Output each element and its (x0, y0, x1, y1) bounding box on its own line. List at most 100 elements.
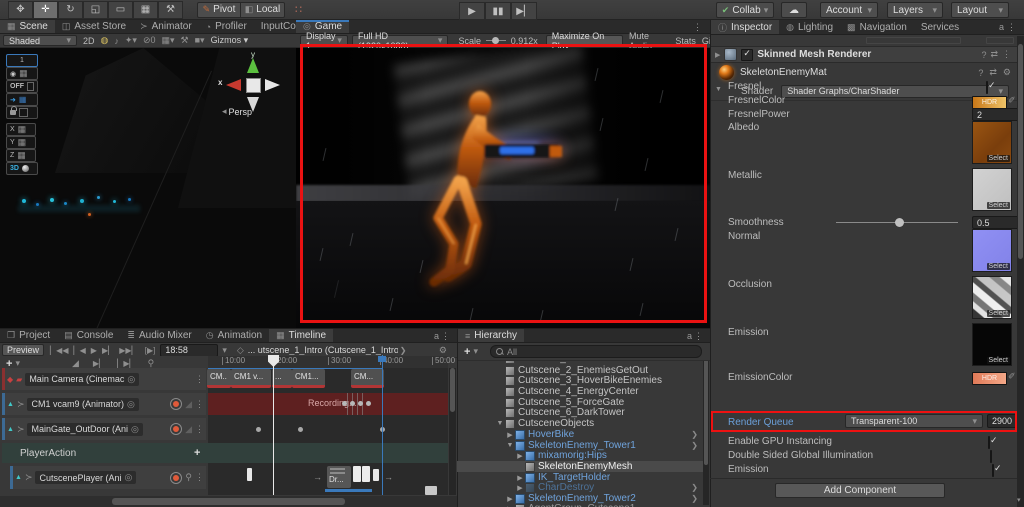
hierarchy-row[interactable]: ▶ mixamorig:Hips (457, 450, 706, 461)
gizmos-dropdown[interactable]: Gizmos ▾ (211, 35, 249, 46)
play-range-icon[interactable]: [▶] (145, 346, 156, 355)
tab-animation[interactable]: ◷ Animation (199, 329, 269, 342)
tab-services[interactable]: Services (914, 20, 966, 34)
transform-tool-icon[interactable]: ▦ (133, 0, 158, 19)
scene-audio-icon[interactable]: ♪ (114, 36, 119, 46)
track-cm1-vcam9[interactable]: ▲ ≻ CM1 vcam9 (Animator) ◎ ◢ ⋮ (2, 393, 206, 415)
local-toggle[interactable]: ◧ Local (241, 1, 285, 18)
overlay-3d-button[interactable]: 3D (6, 162, 38, 175)
record-button[interactable] (170, 423, 183, 435)
gpu-instancing-checkbox[interactable] (988, 436, 990, 449)
tab-project[interactable]: ❒ Project (0, 329, 57, 342)
pin-icon[interactable]: ⚲ (185, 472, 192, 483)
tab-asset-store[interactable]: ◫ Asset Store (55, 20, 133, 33)
panel-menu-icon[interactable]: ⋮ (693, 22, 702, 33)
hierarchy-scrollbar[interactable] (703, 345, 709, 505)
render-queue-dropdown[interactable]: Transparent-100 ▾ (845, 414, 983, 428)
tab-scene[interactable]: ▦ Scene (0, 20, 55, 33)
eyedropper-icon[interactable]: ✐ (1008, 95, 1016, 106)
prefab-chevron-icon[interactable]: ❯ (691, 494, 698, 503)
fresnel-checkbox[interactable] (986, 81, 988, 94)
timeline-clip[interactable]: CM... (351, 369, 384, 388)
timeline-time-field[interactable]: 18:58 (160, 343, 219, 357)
timeline-marker-line[interactable] (382, 355, 383, 495)
prefab-chevron-icon[interactable]: ❯ (691, 441, 698, 450)
scene-viewport[interactable]: 1 ◉ ▦ OFF ➜ ▦ X ▦ Y ▦ Z ▦ 3D y x ◂ Persp (0, 48, 296, 328)
preset-icon[interactable]: ⇄ (990, 49, 998, 60)
scale-tool-icon[interactable]: ◱ (83, 0, 108, 19)
hierarchy-row[interactable]: Cutscene_6_DarkTower (457, 407, 706, 418)
game-viewport[interactable] (296, 48, 710, 328)
prefab-chevron-icon[interactable]: ❯ (691, 430, 698, 439)
overlay-y-grid-button[interactable]: Y ▦ (6, 136, 36, 149)
maximize-on-play-toggle[interactable]: Maximize On Play (545, 31, 623, 51)
timeline-play-icon[interactable]: ▶ (91, 346, 97, 355)
tab-navigation[interactable]: ▩ Navigation (840, 20, 914, 34)
cloud-button[interactable]: ☁ (781, 2, 807, 18)
track-menu-icon[interactable]: ⋮ (195, 472, 204, 483)
hierarchy-row[interactable]: Cutscene_4_EnergyCenter (457, 386, 706, 397)
timeline-clip[interactable]: CM.. (207, 369, 231, 388)
scroll-down-icon[interactable]: ▾ (1017, 496, 1021, 504)
double-sided-gi-checkbox[interactable] (990, 450, 992, 463)
inspector-scrollbar[interactable] (1017, 36, 1024, 507)
recording-clip[interactable]: Recording... (208, 393, 448, 415)
lock-icon[interactable]: a (687, 331, 692, 341)
timeline-marker[interactable] (378, 356, 386, 362)
add-component-button[interactable]: Add Component (775, 483, 945, 498)
overlay-eye-grid-button[interactable]: ◉ ▦ (6, 67, 38, 80)
prev-frame-icon[interactable]: ▏◀ (73, 346, 85, 355)
timeline-clip[interactable]: ... (272, 369, 292, 388)
scene-camera-icon[interactable]: ■▾ (195, 35, 205, 46)
metallic-texture[interactable]: Select (972, 168, 1012, 211)
tab-animator[interactable]: ≻ Animator (133, 20, 199, 33)
panel-menu-icon[interactable]: ⋮ (1007, 22, 1016, 33)
foldout-arrow-icon[interactable]: ▶ (715, 51, 720, 59)
clip-replace-mode-icon[interactable]: ▏▶▏ (117, 359, 135, 368)
mini-clip[interactable] (373, 469, 379, 481)
display-dropdown[interactable]: Display 1 ▾ (300, 31, 348, 51)
add-to-group-button[interactable]: + (194, 447, 200, 459)
tab-profiler[interactable]: ◔ Profiler (199, 20, 254, 33)
layers-dropdown[interactable]: Layers ▾ (887, 2, 943, 18)
overlay-selection-count[interactable]: 1 (6, 54, 38, 67)
normal-texture[interactable]: Select (972, 229, 1012, 272)
hierarchy-row-selected[interactable]: SkeletonEnemyMesh (457, 461, 706, 472)
keyframe[interactable] (256, 427, 261, 432)
tab-hierarchy[interactable]: ≡ Hierarchy (458, 329, 525, 342)
gizmo-y-axis[interactable] (247, 58, 259, 73)
prefab-chevron-icon[interactable]: ❯ (691, 483, 698, 492)
emission-toggle-checkbox[interactable] (992, 464, 994, 477)
gear-icon[interactable]: ⚙ (1003, 67, 1011, 78)
custom-tool-icon[interactable]: ⚒ (158, 0, 183, 19)
skinned-mesh-renderer-header[interactable]: ▶ Skinned Mesh Renderer ? ⇄ ⋮ (711, 46, 1017, 63)
play-button[interactable]: ▶ (459, 2, 485, 20)
chevron-down-icon[interactable]: ▾ (222, 345, 227, 356)
lock-icon[interactable]: a (434, 331, 439, 341)
scene-fx-icon[interactable]: ✦▾ (125, 35, 137, 46)
2d-toggle[interactable]: 2D (83, 36, 95, 46)
scene-grid-icon[interactable]: ▦▾ (162, 35, 175, 46)
grid-snap-icon[interactable]: ∷ (295, 3, 302, 16)
keyframe[interactable] (298, 427, 303, 432)
go-to-start-icon[interactable]: ▏◀◀ (50, 346, 68, 355)
tab-console[interactable]: ▤ Console (57, 329, 120, 342)
track-maingate[interactable]: ▲ ≻ MainGate_OutDoor (Ani ◎ ◢ ⋮ (2, 418, 206, 440)
track-cutsceneplayer[interactable]: ▲ ≻ CutscenePlayer (Ani ◎ ⚲ ⋮ (10, 466, 206, 489)
scene-visibility-icon[interactable]: ⊘0 (143, 35, 156, 46)
emission-color-swatch[interactable]: HDR (972, 372, 1007, 385)
panel-menu-icon[interactable]: ⋮ (694, 331, 703, 342)
overlay-off-toggle[interactable]: OFF (6, 80, 38, 93)
account-dropdown[interactable]: Account ▾ (820, 2, 878, 18)
pivot-toggle[interactable]: ✎ Pivot (197, 1, 241, 18)
timeline-hscrollbar[interactable] (0, 496, 457, 507)
playhead-line[interactable] (273, 355, 274, 495)
preset-icon[interactable]: ⇄ (989, 67, 997, 78)
emission-texture[interactable]: Select (972, 323, 1012, 366)
preview-toggle[interactable]: Preview (2, 344, 45, 356)
hierarchy-search-input[interactable]: All (489, 345, 702, 358)
create-button[interactable]: + (464, 346, 470, 358)
panel-menu-icon[interactable]: ⋮ (441, 331, 450, 342)
scene-tools-icon[interactable]: ⚒ (181, 35, 189, 46)
chevron-down-icon[interactable]: ▾ (473, 346, 478, 357)
